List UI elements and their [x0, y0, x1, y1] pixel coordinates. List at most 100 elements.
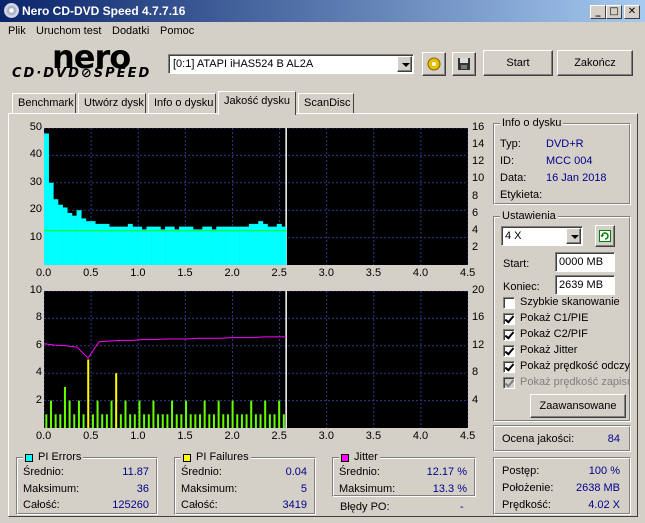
pi-failures-bar [124, 400, 127, 428]
pi-failures-bar [231, 400, 234, 428]
advanced-button[interactable]: Zaawansowane [530, 394, 626, 418]
drive-select[interactable]: [0:1] ATAPI iHAS524 B AL2A [168, 54, 414, 74]
end-mb-value: 2639 MB [559, 279, 604, 291]
x-tick-label: 2.5 [271, 267, 287, 279]
y-right-tick-label: 6 [472, 206, 479, 219]
pi-errors-bar [202, 226, 208, 265]
pi-failures-bar [96, 400, 99, 428]
pi-failures-title: PI Failures [196, 451, 249, 463]
menu-uruchom-test[interactable]: Uruchom test [36, 25, 101, 37]
close-button[interactable]: ✕ [624, 5, 640, 19]
tab-scandisc[interactable]: ScanDisc [298, 93, 354, 113]
pi-errors-bar [179, 226, 185, 265]
checkbox-label-3: Pokaż Jitter [520, 344, 578, 356]
pi-errors-bar [188, 226, 194, 265]
pi-failures-bar [166, 414, 169, 428]
tab-create-disc[interactable]: Utwórz dysk [78, 93, 146, 113]
speed-dropdown-arrow-icon[interactable] [566, 228, 581, 244]
y-right-tick-label: 2 [472, 240, 479, 253]
x-tick-label: 4.0 [412, 267, 429, 279]
checkbox-label-0: Szybkie skanowanie [520, 296, 620, 308]
minimize-button[interactable]: _ [590, 5, 606, 19]
pi-failures-bar [171, 400, 174, 428]
x-tick-label: 1.5 [177, 267, 193, 279]
pi-failures-chart [44, 291, 468, 428]
save-button[interactable] [452, 52, 476, 76]
pi-errors-bar [104, 223, 110, 265]
pi-failures-bar [45, 414, 48, 428]
pi-failures-max-value: 5 [300, 483, 307, 495]
y-right-tick-label: 4 [472, 393, 479, 406]
start-mb-input[interactable]: 0000 MB [555, 252, 615, 272]
tab-disc-quality[interactable]: Jakość dysku [218, 91, 296, 115]
pi-errors-bar [151, 226, 157, 265]
pi-errors-bar [109, 226, 115, 265]
tab-benchmark[interactable]: Benchmark [12, 93, 76, 113]
pi-failures-bar [245, 414, 248, 428]
pi-failures-bar [208, 414, 211, 428]
y-left-tick-label: 2 [35, 393, 42, 406]
title-bar[interactable]: Nero CD-DVD Speed 4.7.7.16 _ □ ✕ [0, 0, 645, 22]
pi-failures-stats-group: PI Failures Średnio: 0.04 Maksimum: 5 Ca… [174, 451, 316, 515]
y-left-tick-label: 6 [35, 338, 42, 351]
pi-failures-bar [143, 414, 146, 428]
quality-score-group: Ocena jakości: 84 [493, 425, 631, 452]
quality-score-label: Ocena jakości: [502, 433, 575, 445]
eject-button[interactable] [422, 52, 446, 76]
pi-errors-bar [53, 199, 59, 265]
pi-errors-bar [267, 226, 273, 265]
menu-plik[interactable]: Plik [8, 25, 26, 37]
start-button[interactable]: Start [483, 50, 553, 76]
checkbox-1[interactable] [503, 313, 515, 325]
menu-pomoc[interactable]: Pomoc [160, 25, 194, 37]
maximize-button[interactable]: □ [606, 5, 622, 19]
checkbox-2[interactable] [503, 329, 515, 341]
progress-value: 100 % [588, 465, 620, 477]
speed-select[interactable]: 4 X [501, 226, 583, 246]
pi-errors-bar [165, 226, 171, 265]
jitter-avg-label: Średnio: [339, 466, 380, 478]
x-tick-label: 1.5 [177, 430, 193, 442]
pi-failures-max-label: Maksimum: [181, 483, 238, 495]
drive-dropdown-arrow-icon[interactable] [397, 56, 412, 72]
pi-errors-bar [281, 226, 287, 265]
exit-button[interactable]: Zakończ [557, 50, 633, 76]
y-right-tick-label: 14 [472, 138, 485, 151]
pi-errors-bar [169, 226, 175, 265]
checkbox-3[interactable] [503, 345, 515, 357]
pi-failures-bar [119, 414, 122, 428]
checkbox-4[interactable] [503, 361, 515, 373]
checkbox-0[interactable] [503, 297, 515, 309]
pi-errors-bar [146, 226, 152, 265]
x-tick-label: 0.0 [36, 267, 52, 279]
pi-failures-bar [49, 400, 52, 428]
position-value: 2638 MB [575, 482, 620, 494]
menu-dodatki[interactable]: Dodatki [112, 25, 149, 37]
pi-failures-bar [101, 414, 104, 428]
end-mb-input[interactable]: 2639 MB [555, 275, 615, 295]
tab-disc-info[interactable]: Info o dysku [148, 93, 216, 113]
position-label: Położenie: [502, 482, 554, 494]
pi-failures-bar [63, 386, 66, 428]
pi-failures-bar [273, 414, 276, 428]
pi-failures-bar [77, 400, 80, 428]
refresh-speed-button[interactable] [595, 225, 615, 247]
pi-failures-bar [59, 414, 62, 428]
checkbox-label-5: Pokaż prędkość zapisu [520, 376, 630, 388]
pi-failures-bar [236, 414, 239, 428]
jitter-legend: Jitter [339, 451, 380, 463]
pi-errors-bar [99, 223, 105, 265]
pi-errors-bar [95, 223, 101, 265]
disc-type-value: DVD+R [546, 138, 584, 150]
y-right-tick-label: 12 [472, 155, 485, 168]
pi-failures-bar [87, 359, 90, 428]
pi-failures-bar [138, 400, 141, 428]
pi-failures-bar [161, 414, 164, 428]
pi-failures-bar [259, 414, 262, 428]
window-title: Nero CD-DVD Speed 4.7.7.16 [22, 4, 186, 18]
x-tick-label: 4.5 [460, 430, 476, 442]
x-tick-label: 3.5 [365, 267, 382, 279]
y-right-tick-label: 8 [472, 366, 479, 379]
x-tick-label: 1.0 [130, 430, 146, 442]
y-right-tick-label: 16 [472, 121, 485, 133]
